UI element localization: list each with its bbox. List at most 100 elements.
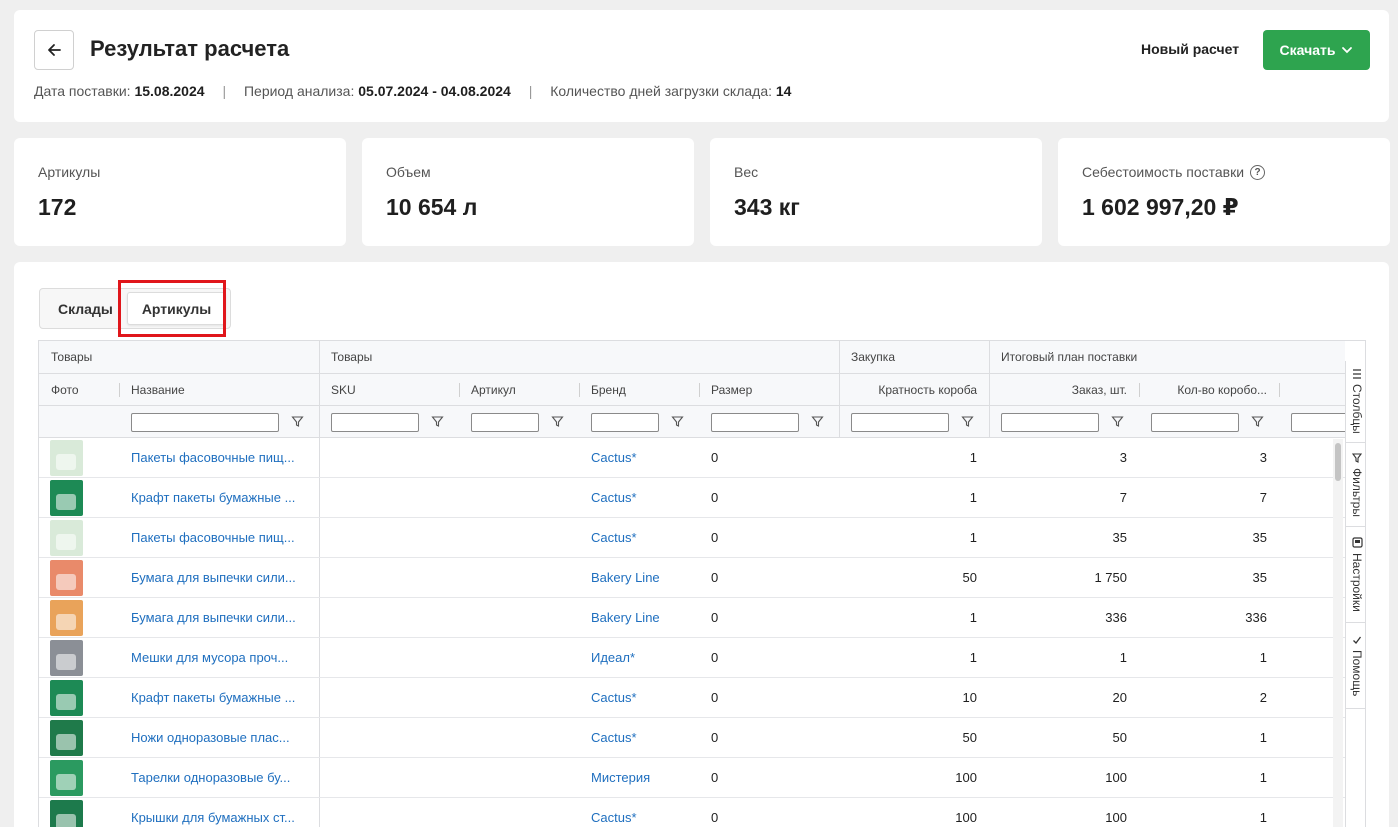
product-name-link[interactable]: Пакеты фасовочные пищ...: [119, 518, 319, 557]
brand-link[interactable]: Мистерия: [579, 758, 699, 797]
brand-link[interactable]: Cactus*: [579, 478, 699, 517]
order-filter-input[interactable]: [1001, 413, 1099, 432]
multiplicity-filter-input[interactable]: [851, 413, 949, 432]
brand-link[interactable]: Идеал*: [579, 638, 699, 677]
table-row[interactable]: Тарелки одноразовые бу... Мистерия 0 100 100…: [39, 758, 1345, 798]
product-thumbnail[interactable]: [50, 679, 83, 716]
brand-link[interactable]: Cactus*: [579, 718, 699, 757]
filter-icon[interactable]: [1111, 415, 1124, 428]
order-qty-cell: 50: [1112, 730, 1127, 745]
table-row[interactable]: Мешки для мусора проч... Идеал* 0 1 1 1: [39, 638, 1345, 678]
back-button[interactable]: [34, 30, 74, 70]
product-name-link[interactable]: Крышки для бумажных ст...: [119, 798, 319, 827]
size-cell: 0: [711, 770, 719, 785]
table-row[interactable]: Бумага для выпечки сили... Bakery Line 0 50…: [39, 558, 1345, 598]
brand-filter-input[interactable]: [591, 413, 659, 432]
sku-cell: [319, 438, 459, 477]
brand-link[interactable]: Bakery Line: [579, 598, 699, 637]
product-thumbnail[interactable]: [50, 719, 83, 756]
brand-link[interactable]: Bakery Line: [579, 558, 699, 597]
table-row[interactable]: Крафт пакеты бумажные ... Cactus* 0 10 20 2: [39, 678, 1345, 718]
filter-icon[interactable]: [961, 415, 974, 428]
filter-icon[interactable]: [811, 415, 824, 428]
filter-icon: [1352, 452, 1362, 463]
sku-cell: [319, 718, 459, 757]
side-settings-label: Настройки: [1350, 553, 1364, 612]
box-multiplicity-cell: 1: [969, 450, 977, 465]
product-name-link[interactable]: Крафт пакеты бумажные ...: [119, 678, 319, 717]
column-header-extra: [1279, 374, 1345, 405]
sku-filter-input[interactable]: [331, 413, 419, 432]
product-thumbnail[interactable]: [50, 439, 83, 476]
box-multiplicity-cell: 100: [955, 770, 977, 785]
product-photo-cell: [39, 718, 119, 757]
product-thumbnail[interactable]: [50, 759, 83, 796]
column-header-name[interactable]: Название: [119, 374, 319, 405]
filter-icon[interactable]: [431, 415, 444, 428]
group-purchase: Закупка: [851, 350, 895, 364]
table-row[interactable]: Пакеты фасовочные пищ... Cactus* 0 1 35 35: [39, 518, 1345, 558]
column-header-size[interactable]: Размер: [699, 374, 839, 405]
filter-row: [39, 406, 1351, 438]
table-row[interactable]: Пакеты фасовочные пищ... Cactus* 0 1 3 3: [39, 438, 1345, 478]
side-columns-button[interactable]: Столбцы: [1346, 361, 1365, 443]
column-header-photo[interactable]: Фото: [39, 374, 119, 405]
side-settings-button[interactable]: Настройки: [1346, 527, 1365, 623]
product-name-link[interactable]: Бумага для выпечки сили...: [119, 598, 319, 637]
size-filter-input[interactable]: [711, 413, 799, 432]
new-calculation-button[interactable]: Новый расчет: [1141, 41, 1239, 57]
vertical-scrollbar[interactable]: [1333, 439, 1343, 827]
box-multiplicity-cell: 50: [962, 730, 977, 745]
column-header-order-qty[interactable]: Заказ, шт.: [989, 374, 1139, 405]
extra-filter-input[interactable]: [1291, 413, 1351, 432]
columns-icon: [1353, 369, 1361, 379]
column-header-box-count[interactable]: Кол-во коробо...: [1139, 374, 1279, 405]
filter-icon[interactable]: [1251, 415, 1264, 428]
product-name-link[interactable]: Крафт пакеты бумажные ...: [119, 478, 319, 517]
product-thumbnail[interactable]: [50, 599, 83, 636]
size-cell: 0: [711, 810, 719, 825]
product-thumbnail[interactable]: [50, 519, 83, 556]
meta-separator: |: [222, 83, 227, 99]
product-name-link[interactable]: Ножи одноразовые плас...: [119, 718, 319, 757]
help-icon[interactable]: ?: [1250, 164, 1266, 180]
table-row[interactable]: Крафт пакеты бумажные ... Cactus* 0 1 7 7: [39, 478, 1345, 518]
boxes-filter-input[interactable]: [1151, 413, 1239, 432]
scrollbar-thumb[interactable]: [1335, 443, 1341, 481]
sku-cell: [319, 638, 459, 677]
brand-link[interactable]: Cactus*: [579, 678, 699, 717]
size-cell: 0: [711, 650, 719, 665]
name-filter-input[interactable]: [131, 413, 279, 432]
product-thumbnail[interactable]: [50, 559, 83, 596]
filter-icon[interactable]: [291, 415, 304, 428]
side-filters-button[interactable]: Фильтры: [1346, 443, 1365, 527]
filter-icon[interactable]: [551, 415, 564, 428]
article-filter-input[interactable]: [471, 413, 539, 432]
table-row[interactable]: Крышки для бумажных ст... Cactus* 0 100 100 1: [39, 798, 1345, 827]
stat-label: Себестоимость поставки: [1082, 164, 1245, 180]
brand-link[interactable]: Cactus*: [579, 438, 699, 477]
brand-link[interactable]: Cactus*: [579, 518, 699, 557]
column-header-brand[interactable]: Бренд: [579, 374, 699, 405]
product-thumbnail[interactable]: [50, 479, 83, 516]
article-cell: [459, 518, 579, 557]
article-cell: [459, 638, 579, 677]
column-header-article[interactable]: Артикул: [459, 374, 579, 405]
brand-link[interactable]: Cactus*: [579, 798, 699, 827]
product-name-link[interactable]: Тарелки одноразовые бу...: [119, 758, 319, 797]
product-name-link[interactable]: Пакеты фасовочные пищ...: [119, 438, 319, 477]
product-name-link[interactable]: Бумага для выпечки сили...: [119, 558, 319, 597]
column-header-sku[interactable]: SKU: [319, 374, 459, 405]
product-name-link[interactable]: Мешки для мусора проч...: [119, 638, 319, 677]
side-help-label: Помощь: [1350, 649, 1364, 697]
download-button[interactable]: Скачать: [1263, 30, 1370, 70]
product-thumbnail[interactable]: [50, 639, 83, 676]
product-thumbnail[interactable]: [50, 799, 83, 827]
tab-articles[interactable]: Артикулы: [126, 292, 227, 325]
table-row[interactable]: Ножи одноразовые плас... Cactus* 0 50 50 1: [39, 718, 1345, 758]
tab-warehouses[interactable]: Склады: [44, 292, 127, 325]
side-help-button[interactable]: Помощь: [1346, 623, 1365, 709]
table-row[interactable]: Бумага для выпечки сили... Bakery Line 0 1 3…: [39, 598, 1345, 638]
column-header-box-multiplicity[interactable]: Кратность короба: [839, 374, 989, 405]
filter-icon[interactable]: [671, 415, 684, 428]
